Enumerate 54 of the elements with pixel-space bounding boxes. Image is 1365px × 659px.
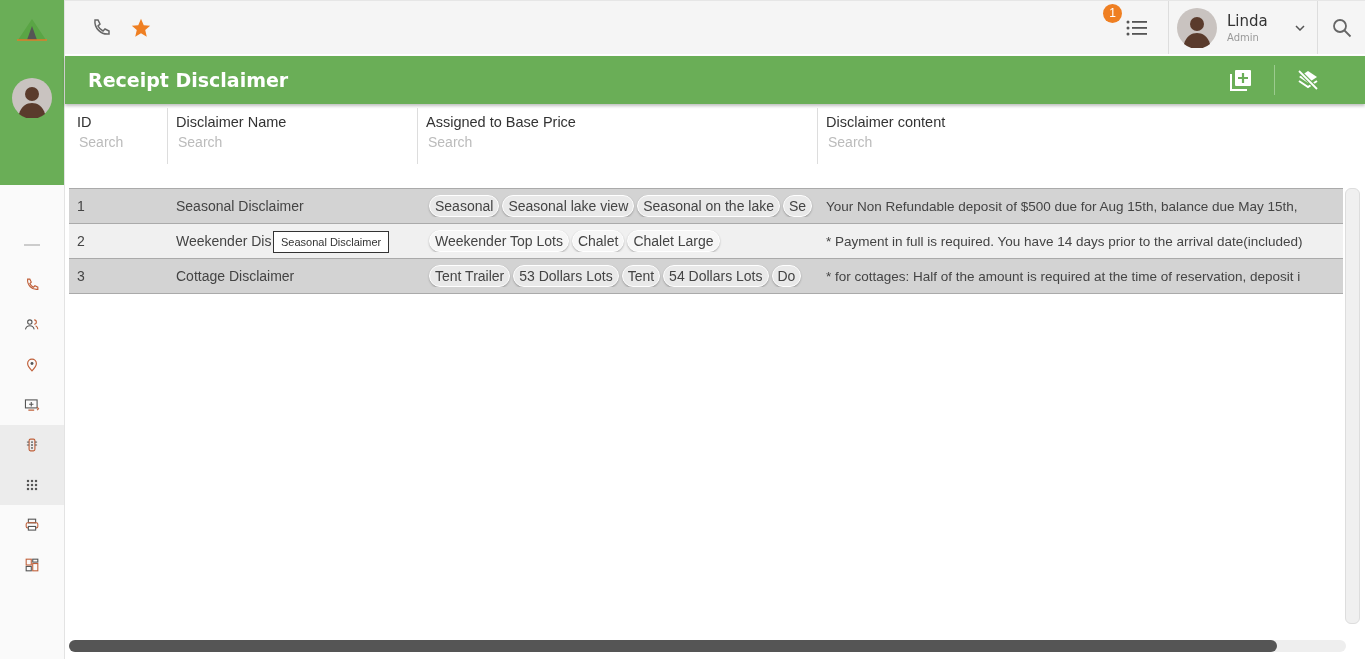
tent-logo-icon xyxy=(16,18,48,42)
price-tag: Se xyxy=(783,195,813,217)
price-tag: Seasonal on the lake xyxy=(637,195,780,217)
add-stack-icon[interactable] xyxy=(1230,69,1252,91)
user-role: Admin xyxy=(1227,32,1260,43)
search-field[interactable]: Search xyxy=(176,132,409,152)
grid-icon xyxy=(24,477,40,493)
price-tag: Weekender Top Lots xyxy=(429,230,569,252)
search-field[interactable]: Search xyxy=(426,132,809,152)
table-cell: 3 xyxy=(77,268,85,284)
user-name: Linda xyxy=(1227,12,1269,30)
price-tag: 54 Dollars Lots xyxy=(663,265,769,287)
notification-badge: 1 xyxy=(1103,3,1122,23)
location-pin-icon xyxy=(24,357,40,373)
page-title: Receipt Disclaimer xyxy=(88,69,290,91)
phone-icon xyxy=(24,277,40,293)
table-row[interactable]: 2 Weekender Dis Seasonal Disclaimer Weekender Top Lots Chalet Chalet Large * Payment in full is required. You have 14 days prior to the arrival date(included) xyxy=(69,223,1343,258)
price-tag: 53 Dollars Lots xyxy=(513,265,619,287)
price-tag: Tent xyxy=(621,265,661,287)
price-tag: Chalet xyxy=(571,230,625,252)
table-row[interactable]: 1 Seasonal Disclaimer Seasonal Seasonal lake view Seasonal on the lake Se Your Non Refundable deposit of $500 due for Aug 15th, balance due May 15th, xyxy=(69,188,1343,223)
printer-icon xyxy=(24,517,40,533)
search-icon[interactable] xyxy=(1331,17,1352,38)
tooltip: Seasonal Disclaimer xyxy=(273,231,390,253)
list-icon xyxy=(1126,18,1148,37)
avatar-icon xyxy=(1177,7,1217,48)
table-cell: 1 xyxy=(77,198,85,214)
search-field[interactable]: Search xyxy=(826,132,1357,152)
price-tag: Tent Trailer xyxy=(429,265,511,287)
table-cell: 2 xyxy=(77,233,85,249)
table-cell: Cottage Disclaimer xyxy=(176,268,295,284)
price-tag: Do xyxy=(771,265,802,287)
layers-off-icon[interactable] xyxy=(1297,69,1319,91)
column-header[interactable]: Disclaimer content xyxy=(826,114,1357,130)
table-cell: * for cottages: Half of the amount is required at the time of reservation, deposit i xyxy=(826,268,1301,284)
price-tag: Seasonal lake view xyxy=(502,195,635,217)
traffic-light-icon xyxy=(24,437,40,453)
dashboard-icon xyxy=(24,557,40,573)
avatar-icon xyxy=(12,78,52,118)
column-header[interactable]: ID xyxy=(77,114,159,130)
table-cell: Weekender Dis xyxy=(176,233,272,249)
table-cell: * Payment in full is required. You have 14 days prior to the arrival date(included) xyxy=(826,233,1303,249)
sidebar-item[interactable] xyxy=(0,425,64,465)
price-tag: Chalet Large xyxy=(627,230,720,252)
vertical-scrollbar[interactable] xyxy=(1345,188,1360,624)
table-cell: Your Non Refundable deposit of $500 due for Aug 15th, balance due May 15th, xyxy=(826,198,1298,214)
search-field[interactable]: Search xyxy=(77,132,159,152)
monitor-plus-icon xyxy=(24,397,40,413)
table-row[interactable]: 3 Cottage Disclaimer Tent Trailer 53 Dollars Lots Tent 54 Dollars Lots Do * for cottages: Half of the amount is required at the time of reservation, deposit i xyxy=(69,258,1343,294)
table-cell: Seasonal Disclaimer xyxy=(176,198,304,214)
column-header[interactable]: Assigned to Base Price xyxy=(426,114,809,130)
column-header[interactable]: Disclaimer Name xyxy=(176,114,409,130)
chevron-down-icon[interactable] xyxy=(1295,24,1305,31)
price-tag: Seasonal xyxy=(429,195,500,217)
